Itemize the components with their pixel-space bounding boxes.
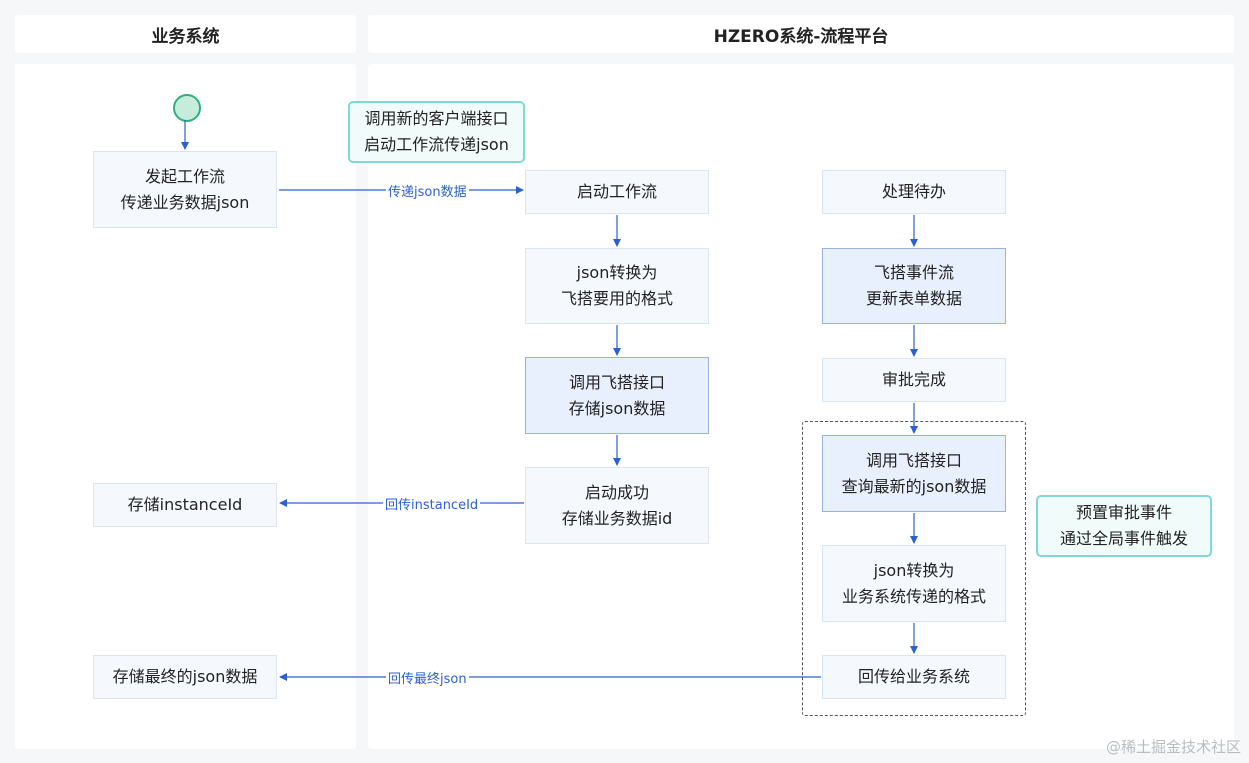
edge-label-pass-json: 传递json数据	[386, 181, 469, 200]
connector-layer	[181, 120, 918, 681]
watermark: @稀土掘金技术社区	[1105, 738, 1241, 756]
edge-label-return-instance: 回传instanceId	[383, 494, 481, 513]
edge-label-return-final-json: 回传最终json	[386, 668, 469, 687]
